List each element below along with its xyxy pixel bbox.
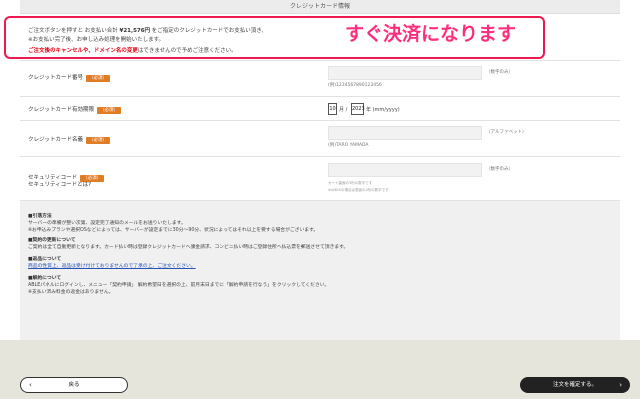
label-text: クレジットカード有効期限: [28, 107, 95, 113]
annotation-callout: すぐ決済になります: [345, 23, 517, 45]
security-code-note-1: カード裏面の3桁の数字です: [328, 181, 373, 185]
returns-link[interactable]: 商品の性質上、返品は受け付けておりませんので了承の上、ご注文ください。: [28, 262, 196, 269]
info-heading-renewal: ■契約の更新について: [28, 238, 76, 243]
info-text: ABLEパネルにログインし、メニュー「契約申請」 解約希望日を選択の上、前月末日…: [28, 283, 330, 288]
security-code-help-link[interactable]: セキュリティコードとは?: [28, 180, 91, 188]
chevron-left-icon: ‹: [29, 381, 32, 389]
info-heading-cancellation: ■解約について: [28, 276, 62, 281]
card-name-example: (例)TARO YAMADA: [328, 143, 369, 148]
confirm-button-label: 注文を確定する。: [552, 382, 597, 388]
info-heading-returns: ■返品について: [28, 257, 62, 262]
required-badge: （必須）: [86, 75, 111, 82]
info-text: ※支払い済み料金の返金はありません。: [28, 290, 114, 295]
expiry-label: クレジットカード有効期限 （必須）: [28, 105, 122, 114]
card-name-row: クレジットカード名義 （必須） （アルファベット） (例)TARO YAMADA: [20, 120, 620, 156]
security-code-hint: （数字のみ）: [486, 167, 513, 172]
required-badge: （必須）: [86, 137, 111, 144]
card-name-label: クレジットカード名義 （必須）: [28, 135, 111, 144]
card-number-hint: （数字のみ）: [486, 70, 513, 75]
expiry-year-select[interactable]: 2023: [351, 103, 365, 115]
card-number-example: (例)1234567890123456: [328, 83, 382, 88]
info-text: ※お申込みプランや選択OSなどによっては、サーバーが設定までに30分〜90分、状…: [28, 228, 319, 233]
chevron-right-icon: ›: [619, 381, 622, 389]
security-code-note-2: ※AMEXの場合は表面の4桁の数字です: [328, 188, 389, 192]
label-text: クレジットカード名義: [28, 137, 84, 143]
card-number-input[interactable]: [328, 66, 482, 80]
required-badge: （必須）: [97, 107, 122, 114]
card-number-row: クレジットカード番号 （必須） （数字のみ） (例)123456789012345…: [20, 60, 620, 96]
security-code-input[interactable]: [328, 163, 482, 177]
info-text: サーバーの準備が整い次第、設定完了通知のメールをお送りいたします。: [28, 221, 186, 226]
confirm-order-button[interactable]: 注文を確定する。 ›: [520, 377, 630, 393]
month-unit: 月 /: [339, 107, 348, 113]
info-text: ご契約は全て自動更新となります。カード払い時は登録クレジットカードへ課金請求、コ…: [28, 245, 349, 250]
back-button-label: 戻る: [68, 382, 80, 388]
year-unit: 年 (mm/yyyy): [366, 107, 400, 113]
label-text: クレジットカード番号: [28, 75, 84, 81]
section-title: クレジットカード情報: [20, 0, 620, 14]
security-code-row: セキュリティコード （必須） セキュリティコードとは? （数字のみ） カード裏面の…: [20, 156, 620, 200]
back-button[interactable]: ‹ 戻る: [20, 377, 128, 393]
expiry-month-select[interactable]: 10: [328, 103, 337, 115]
terms-info: ■引落方法 サーバーの準備が整い次第、設定完了通知のメールをお送りいたします。 …: [20, 200, 620, 340]
card-name-input[interactable]: [328, 126, 482, 140]
info-heading-payment: ■引落方法: [28, 214, 52, 219]
card-number-label: クレジットカード番号 （必須）: [28, 73, 111, 82]
expiry-row: クレジットカード有効期限 （必須） 10 月 / 2023 年 (mm/yyyy): [20, 96, 620, 120]
card-name-hint: （アルファベット）: [486, 130, 527, 135]
